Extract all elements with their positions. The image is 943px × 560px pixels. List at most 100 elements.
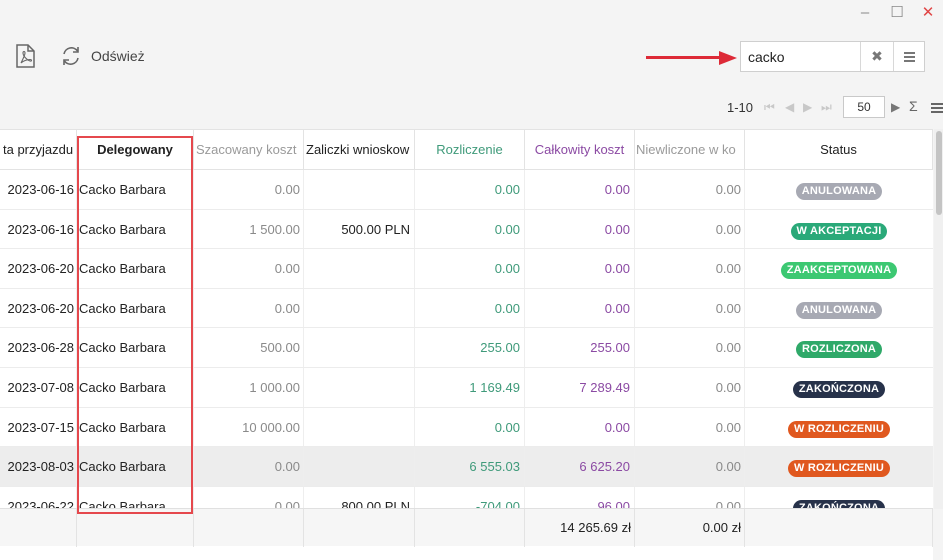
cell-estimated-cost: 0.00 [194,447,304,487]
status-badge: ROZLICZONA [795,341,883,359]
cell-excluded: 0.00 [635,170,745,210]
col-header-total-cost[interactable]: Całkowity koszt [525,130,635,170]
cell-total-cost: 6 625.20 [525,447,635,487]
cell-advance [304,447,415,487]
cell-status: W AKCEPTACJI [745,210,933,250]
footer-cell [194,509,304,547]
cell-settlement: 6 555.03 [415,447,525,487]
pdf-file-icon[interactable] [14,44,36,73]
cell-advance [304,407,415,448]
cell-total-cost: 0.00 [525,209,635,250]
cell-status: ANULOWANA [745,170,933,210]
cell-status: ANULOWANA [745,289,933,329]
prev-page-icon[interactable]: ◀ [785,100,794,114]
clear-search-icon[interactable]: ✖ [860,42,893,71]
status-badge: W ROZLICZENIU [788,420,890,438]
cell-date: 2023-07-08 [0,368,77,408]
cell-total-cost: 0.00 [525,170,635,210]
refresh-button[interactable]: Odśwież [91,48,145,64]
annotation-highlight-box [77,136,193,514]
cell-excluded: 0.00 [635,368,745,408]
cell-total-cost: 0.00 [525,249,635,289]
cell-estimated-cost: 1 500.00 [194,209,304,250]
cell-estimated-cost: 1 000.00 [194,368,304,408]
cell-excluded: 0.00 [635,209,745,250]
status-badge: ANULOWANA [795,183,883,200]
next-page-icon[interactable]: ▶ [803,100,812,114]
cell-excluded: 0.00 [635,447,745,487]
cell-estimated-cost: 500.00 [194,328,304,368]
first-page-icon[interactable]: ⏮ [764,100,775,115]
footer-cell [77,509,194,547]
status-badge: ZAAKCEPTOWANA [780,262,898,280]
annotation-arrow-head [719,51,737,65]
cell-advance [304,368,415,408]
status-badge: W AKCEPTACJI [790,222,888,240]
page-size-input[interactable]: 50 [843,96,885,118]
cell-date: 2023-06-16 [0,170,77,210]
status-badge: W ROZLICZENIU [788,460,890,478]
cell-date: 2023-06-28 [0,328,77,368]
hamburger-menu-icon[interactable] [893,42,924,71]
cell-status: ZAKOŃCZONA [745,368,933,408]
cell-settlement: 0.00 [415,288,525,329]
col-header-settlement[interactable]: Rozliczenie [415,130,525,170]
search-input[interactable] [741,42,860,71]
cell-status: W ROZLICZENIU [745,447,933,487]
cell-status: ZAAKCEPTOWANA [745,249,933,289]
cell-excluded: 0.00 [635,288,745,329]
col-header-status[interactable]: Status [745,130,933,170]
col-header-excluded[interactable]: Niewliczone w ko [635,130,745,170]
minimize-button[interactable]: – [855,3,875,23]
last-page-icon[interactable]: ⏭ [821,100,832,115]
cell-estimated-cost: 10 000.00 [194,407,304,448]
cell-status: ROZLICZONA [745,328,933,368]
col-header-advances[interactable]: Zaliczki wnioskow [304,130,415,170]
cell-total-cost: 255.00 [525,328,635,368]
cell-status: W ROZLICZENIU [745,408,933,448]
app-window: – ☐ ✕ Odśwież ✖ 1-10 ⏮ ◀ ▶ ⏭ 50 ▶ Σ [0,0,943,560]
columns-menu-icon[interactable] [931,101,943,119]
status-badge: ANULOWANA [795,301,883,319]
footer-cell [745,509,933,547]
cell-estimated-cost: 0.00 [194,170,304,210]
cell-settlement: 0.00 [415,170,525,210]
footer-excluded: 0.00 zł [635,509,745,547]
cell-settlement: 255.00 [415,328,525,368]
search-box: ✖ [740,41,925,72]
cell-total-cost: 0.00 [525,407,635,448]
cell-settlement: 0.00 [415,209,525,250]
cell-excluded: 0.00 [635,407,745,448]
cell-date: 2023-06-20 [0,249,77,289]
pager-range: 1-10 [727,100,754,115]
cell-excluded: 0.00 [635,328,745,368]
cell-advance [304,170,415,210]
footer-cell [415,509,525,547]
status-badge: ZAKOŃCZONA [792,381,886,398]
cell-date: 2023-08-03 [0,447,77,487]
col-header-arrival-date[interactable]: ta przyjazdu [0,130,77,170]
cell-advance: 500.00 PLN [304,209,415,250]
scrollbar-thumb[interactable] [936,131,942,215]
cell-advance [304,249,415,289]
cell-date: 2023-07-15 [0,407,77,448]
close-button[interactable]: ✕ [918,3,938,23]
cell-settlement: 1 169.49 [415,368,525,408]
cell-estimated-cost: 0.00 [194,288,304,329]
maximize-button[interactable]: ☐ [887,3,907,23]
cell-date: 2023-06-16 [0,209,77,250]
footer-total-cost: 14 265.69 zł [525,509,635,547]
sum-icon[interactable]: Σ [909,98,918,114]
cell-excluded: 0.00 [635,249,745,289]
annotation-arrow [646,56,722,59]
cell-settlement: 0.00 [415,407,525,448]
refresh-icon[interactable] [60,45,82,72]
cell-total-cost: 0.00 [525,288,635,329]
cell-total-cost: 7 289.49 [525,368,635,408]
expand-icon[interactable]: ▶ [891,100,900,114]
footer-cell [0,509,77,547]
col-header-estimated-cost[interactable]: Szacowany koszt [194,130,304,170]
cell-advance [304,328,415,368]
cell-advance [304,288,415,329]
cell-date: 2023-06-20 [0,288,77,329]
